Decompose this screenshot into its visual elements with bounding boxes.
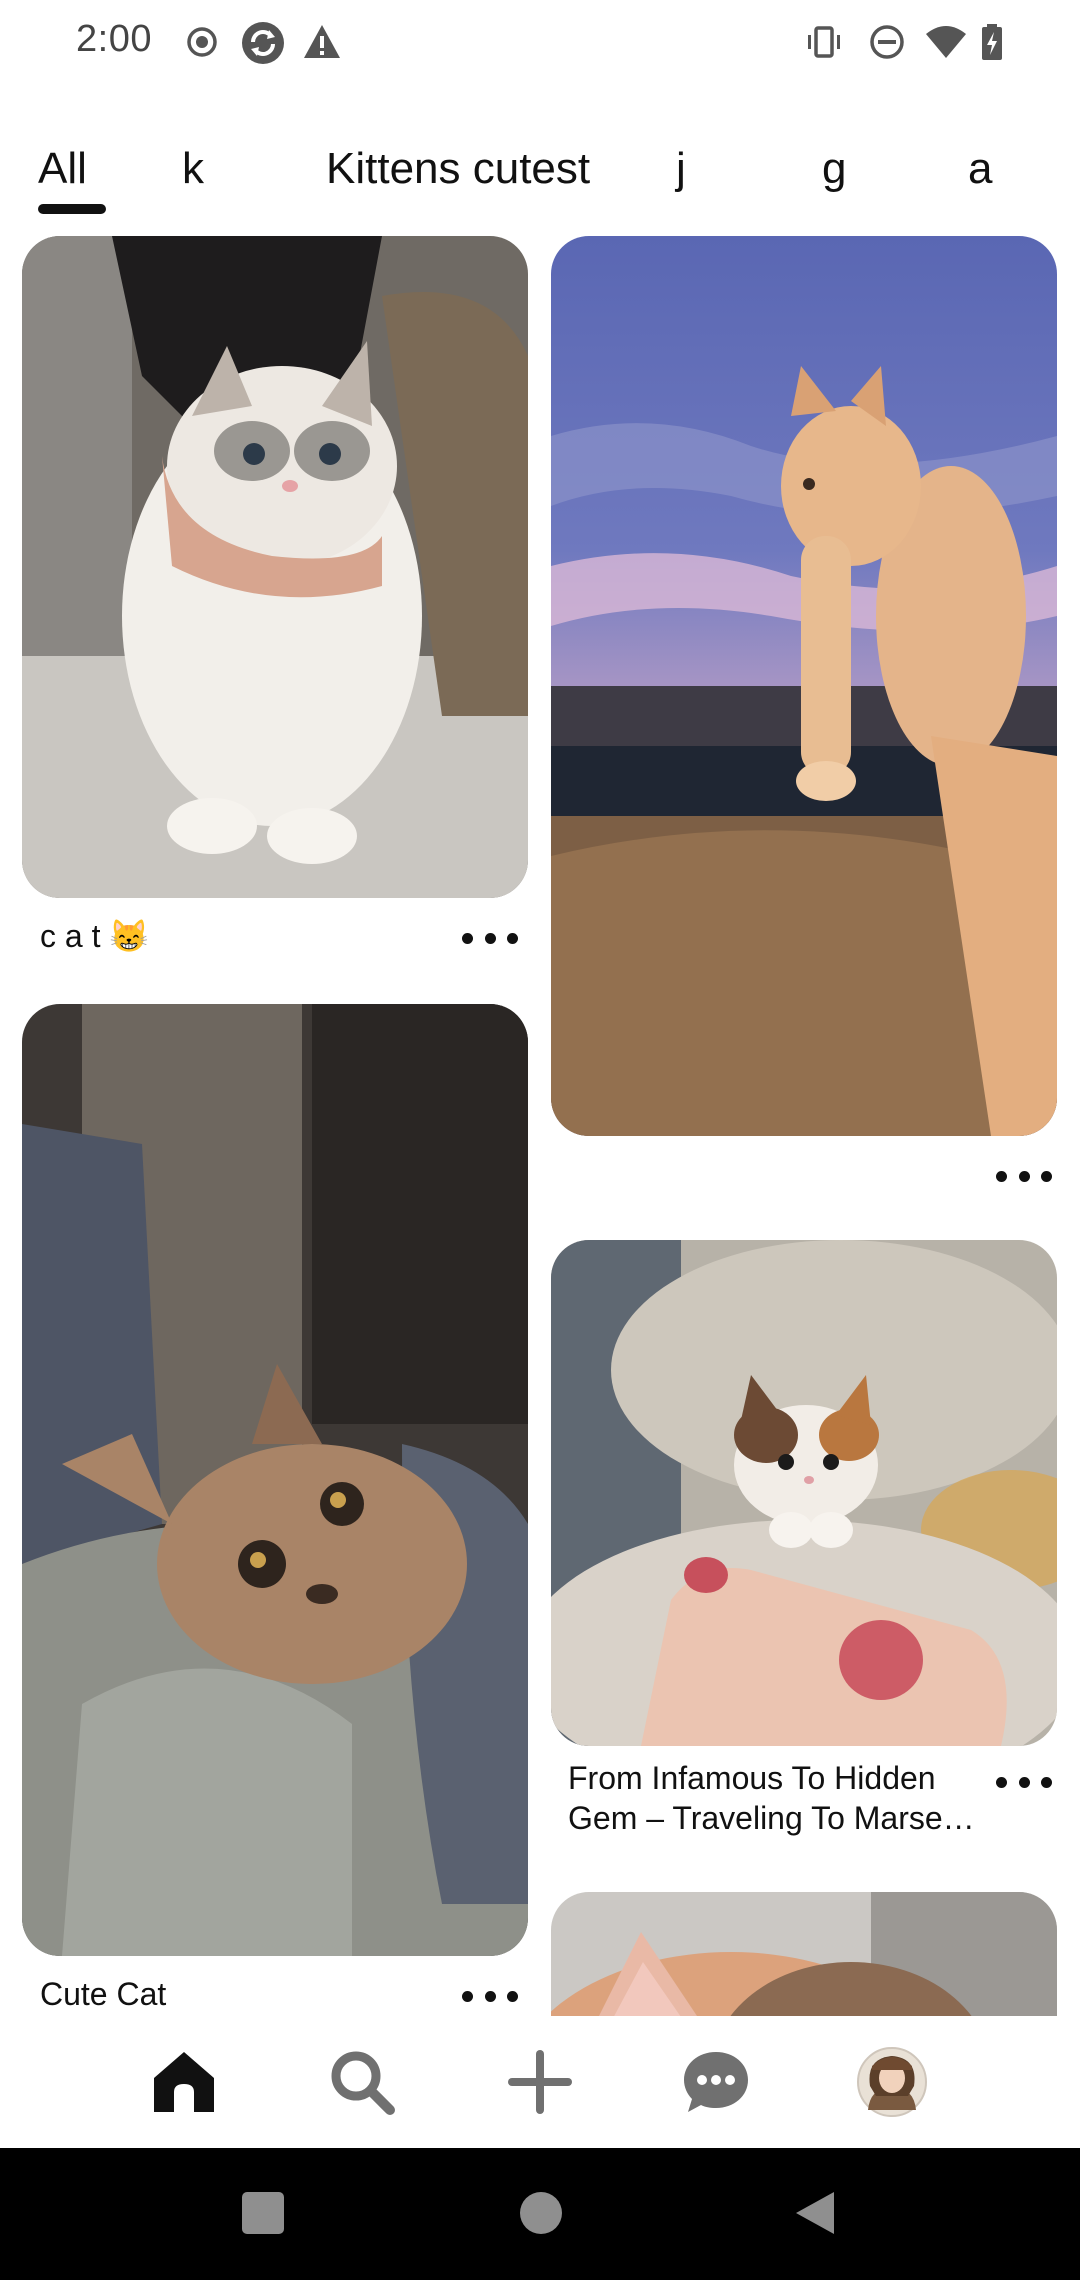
- do-not-disturb-icon: [867, 22, 907, 62]
- pin-caption-line: Gem – Traveling To Marse…: [568, 1800, 975, 1836]
- pin-image-white-cat[interactable]: [22, 236, 528, 898]
- more-options-icon[interactable]: [462, 1978, 518, 2014]
- back-button[interactable]: [794, 2190, 836, 2236]
- pin-image-tiny-kitten[interactable]: [551, 1240, 1057, 1746]
- record-icon: [182, 22, 222, 62]
- battery-charging-icon: [978, 22, 1008, 62]
- search-icon[interactable]: [326, 2046, 398, 2118]
- tab-j[interactable]: j: [676, 144, 686, 194]
- more-options-icon[interactable]: [996, 1764, 1052, 1800]
- pin-image-tabby-cat[interactable]: [22, 1004, 528, 1956]
- more-options-icon[interactable]: [462, 920, 518, 956]
- pin-caption: c a t 😸: [40, 918, 150, 954]
- warning-icon: [302, 22, 342, 62]
- pin-image-sunset-kitten[interactable]: [551, 236, 1057, 1136]
- pin-caption: Cute Cat: [40, 1976, 167, 2012]
- tab-g[interactable]: g: [822, 144, 846, 194]
- plus-icon[interactable]: [504, 2046, 576, 2118]
- pin-caption: From Infamous To Hidden Gem – Traveling …: [568, 1758, 988, 1838]
- avatar[interactable]: [856, 2046, 928, 2118]
- wifi-icon: [923, 22, 969, 62]
- tab-kittens-cutest[interactable]: Kittens cutest: [326, 144, 590, 194]
- tab-all[interactable]: All: [38, 144, 87, 194]
- tab-k[interactable]: k: [182, 144, 204, 194]
- system-navigation-bar: [0, 2148, 1080, 2280]
- pin-image-partial-cat[interactable]: [551, 1892, 1057, 2016]
- sync-app-icon: [240, 20, 286, 66]
- recents-button[interactable]: [242, 2192, 284, 2234]
- home-icon[interactable]: [148, 2046, 220, 2118]
- chat-icon[interactable]: [680, 2046, 752, 2118]
- board-filter-tabs: All k Kittens cutest j g a: [0, 132, 1080, 222]
- tab-a[interactable]: a: [968, 144, 992, 194]
- more-options-icon[interactable]: [996, 1158, 1052, 1194]
- vibrate-icon: [804, 22, 844, 62]
- home-button[interactable]: [520, 2192, 562, 2234]
- bottom-navigation: [0, 2016, 1080, 2148]
- pin-caption-line: From Infamous To Hidden: [568, 1760, 936, 1796]
- selected-tab-indicator: [38, 204, 106, 214]
- pin-feed[interactable]: c a t 😸 Cute Cat From Infamous To Hidden…: [0, 236, 1080, 2016]
- status-time: 2:00: [76, 18, 152, 60]
- status-bar: 2:00: [0, 0, 1080, 88]
